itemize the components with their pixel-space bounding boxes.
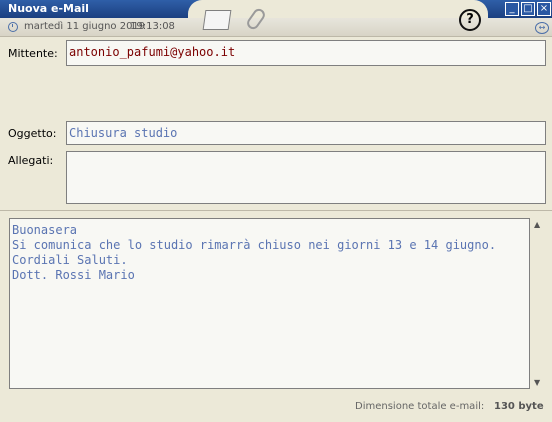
subject-field[interactable]: Chiusura studio <box>66 121 546 145</box>
message-scrollbar[interactable]: ▲ ▼ <box>534 218 544 389</box>
date-text: martedì 11 giugno 2019 <box>24 21 146 32</box>
close-icon[interactable]: × <box>537 2 551 16</box>
window-title: Nuova e-Mail <box>8 2 89 15</box>
section-divider <box>0 210 552 211</box>
message-line: Dott. Rossi Mario <box>12 268 135 282</box>
subject-label: Oggetto: <box>8 127 57 140</box>
scroll-down-icon[interactable]: ▼ <box>534 378 540 387</box>
time-text: 19:13:08 <box>130 21 175 32</box>
sender-label: Mittente: <box>8 47 58 60</box>
scroll-up-icon[interactable]: ▲ <box>534 220 540 229</box>
header-tab-shape <box>188 0 488 18</box>
envelope-icon[interactable] <box>202 10 232 30</box>
total-size-label: Dimensione totale e-mail: <box>355 401 485 412</box>
attachments-field[interactable] <box>66 151 546 204</box>
help-icon[interactable]: ? <box>459 9 481 31</box>
sender-field[interactable]: antonio_pafumi@yahoo.it <box>66 40 546 66</box>
clock-icon <box>8 22 18 32</box>
total-size-value: 130 byte <box>494 401 544 412</box>
maximize-icon[interactable]: □ <box>521 2 535 16</box>
message-line: Cordiali Saluti. <box>12 253 128 267</box>
navigation-icon[interactable]: ↔ <box>535 22 549 34</box>
message-line: Buonasera <box>12 223 78 237</box>
message-body[interactable]: Buonasera Si comunica che lo studio rima… <box>9 218 530 389</box>
minimize-icon[interactable]: _ <box>505 2 519 16</box>
attachments-label: Allegati: <box>8 154 54 167</box>
message-line: Si comunica che lo studio rimarrà chiuso… <box>12 238 497 252</box>
